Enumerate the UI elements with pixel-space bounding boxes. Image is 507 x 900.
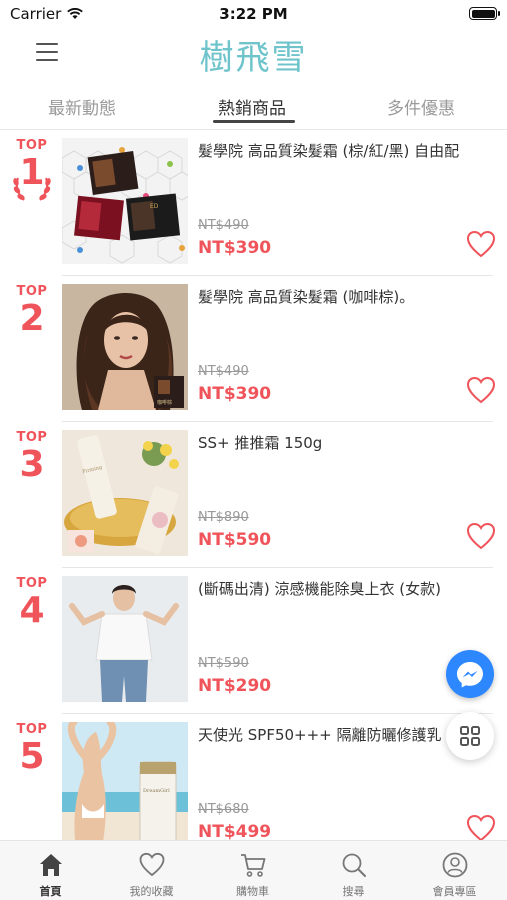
status-bar: Carrier 3:22 PM bbox=[0, 0, 507, 28]
original-price: NT$490 bbox=[198, 364, 249, 379]
product-image[interactable]: ED bbox=[62, 138, 188, 264]
nav-label: 搜尋 bbox=[342, 885, 365, 898]
heart-icon[interactable] bbox=[466, 376, 496, 404]
tab-multi-item-deals[interactable]: 多件優惠 bbox=[387, 94, 455, 119]
rank-badge: TOP 2 bbox=[10, 284, 54, 339]
sale-price: NT$290 bbox=[198, 676, 272, 696]
home-icon bbox=[40, 854, 62, 876]
cart-icon bbox=[241, 854, 266, 877]
heart-icon[interactable] bbox=[466, 522, 496, 550]
rank-top-label: TOP bbox=[16, 722, 48, 737]
rank-badge: TOP 5 bbox=[10, 722, 54, 777]
original-price: NT$490 bbox=[198, 218, 249, 233]
status-time: 3:22 PM bbox=[219, 5, 288, 23]
rank-top-label: TOP bbox=[16, 576, 48, 591]
nav-label: 購物車 bbox=[236, 885, 269, 898]
product-item[interactable]: TOP 4 (斷碼出清) 涼感機能除臭上衣 (女款) NT$590 NT$290 bbox=[0, 568, 507, 714]
product-image[interactable] bbox=[62, 576, 188, 702]
original-price: NT$890 bbox=[198, 510, 249, 525]
heart-icon bbox=[139, 852, 165, 877]
nav-favorites[interactable]: 我的收藏 bbox=[101, 841, 202, 900]
messenger-icon bbox=[457, 662, 483, 688]
rank-top-label: TOP bbox=[16, 138, 48, 153]
app-logo: 樹飛雪 bbox=[199, 38, 308, 78]
search-icon bbox=[342, 853, 366, 877]
heart-icon[interactable] bbox=[466, 230, 496, 258]
product-image[interactable]: DreamGirl bbox=[62, 722, 188, 840]
original-price: NT$590 bbox=[198, 656, 249, 671]
nav-label: 我的收藏 bbox=[129, 885, 174, 898]
svg-text:咖啡棕: 咖啡棕 bbox=[157, 399, 172, 406]
rank-badge: TOP 1 bbox=[10, 138, 54, 201]
nav-label: 首頁 bbox=[39, 885, 62, 898]
product-item[interactable]: TOP 1 ED 髮學院 高品質染髮霜 (棕/紅/黑) 自由配 NT$490 N… bbox=[0, 130, 507, 276]
product-image[interactable]: Firming bbox=[62, 430, 188, 556]
svg-text:ED: ED bbox=[150, 203, 159, 210]
product-item[interactable]: TOP 2 咖啡棕 髮學院 高品質染髮霜 (咖啡棕)。 NT$490 NT$39… bbox=[0, 276, 507, 422]
heart-icon[interactable] bbox=[466, 814, 496, 840]
nav-member[interactable]: 會員專區 bbox=[404, 841, 505, 900]
product-item[interactable]: TOP 3 Firming SS+ 推推霜 150g NT$890 NT$590 bbox=[0, 422, 507, 568]
product-title[interactable]: 髮學院 高品質染髮霜 (棕/紅/黑) 自由配 bbox=[198, 140, 498, 161]
sale-price: NT$590 bbox=[198, 530, 272, 550]
bottom-nav: 首頁 我的收藏 購物車 搜尋 會員專區 bbox=[0, 840, 507, 900]
rank-top-label: TOP bbox=[16, 284, 48, 299]
messenger-button[interactable] bbox=[446, 650, 494, 698]
product-image[interactable]: 咖啡棕 bbox=[62, 284, 188, 410]
nav-cart[interactable]: 購物車 bbox=[202, 841, 303, 900]
laurel-icon bbox=[13, 177, 51, 201]
sale-price: NT$390 bbox=[198, 238, 272, 258]
rank-number: 5 bbox=[19, 736, 45, 777]
tab-latest-news[interactable]: 最新動態 bbox=[48, 94, 116, 119]
rank-number: 2 bbox=[19, 298, 45, 339]
battery-icon bbox=[469, 7, 500, 20]
product-title[interactable]: (斷碼出清) 涼感機能除臭上衣 (女款) bbox=[198, 578, 498, 599]
sale-price: NT$390 bbox=[198, 384, 272, 404]
active-tab-indicator bbox=[213, 120, 295, 123]
rank-number: 4 bbox=[19, 590, 45, 631]
rank-badge: TOP 4 bbox=[10, 576, 54, 631]
original-price: NT$680 bbox=[198, 802, 249, 817]
svg-text:DreamGirl: DreamGirl bbox=[143, 788, 170, 794]
category-tabs: 最新動態 熱銷商品 多件優惠 bbox=[0, 88, 507, 130]
nav-home[interactable]: 首頁 bbox=[0, 841, 101, 900]
rank-number: 3 bbox=[19, 444, 45, 485]
grid-menu-button[interactable] bbox=[446, 712, 494, 760]
grid-icon bbox=[460, 726, 480, 746]
product-title[interactable]: 髮學院 高品質染髮霜 (咖啡棕)。 bbox=[198, 286, 498, 307]
rank-badge: TOP 3 bbox=[10, 430, 54, 485]
product-item[interactable]: TOP 5 DreamGirl 天使光 SPF50+++ 隔離防曬修護乳 NT$… bbox=[0, 714, 507, 840]
nav-search[interactable]: 搜尋 bbox=[303, 841, 404, 900]
product-title[interactable]: SS+ 推推霜 150g bbox=[198, 432, 498, 453]
product-list: TOP 1 ED 髮學院 高品質染髮霜 (棕/紅/黑) 自由配 NT$490 N… bbox=[0, 130, 507, 840]
app-header: 樹飛雪 bbox=[0, 28, 507, 78]
tab-best-sellers[interactable]: 熱銷商品 bbox=[218, 94, 286, 119]
nav-label: 會員專區 bbox=[432, 885, 477, 898]
sale-price: NT$499 bbox=[198, 822, 272, 840]
user-icon bbox=[442, 852, 468, 878]
rank-top-label: TOP bbox=[16, 430, 48, 445]
